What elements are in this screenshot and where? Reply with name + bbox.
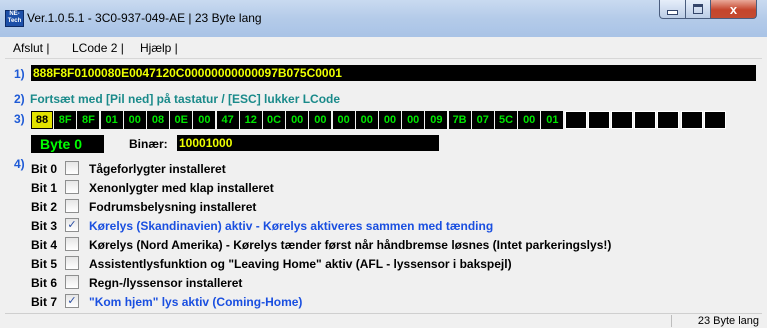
- byte-cell[interactable]: 5C: [495, 111, 517, 129]
- app-logo-icon: NE-Tech: [5, 10, 24, 27]
- bit-checkbox[interactable]: [65, 237, 79, 251]
- status-divider: [671, 315, 672, 327]
- row-number-1: 1): [14, 67, 25, 81]
- bit-checkbox[interactable]: [65, 275, 79, 289]
- minimize-button[interactable]: [659, 0, 686, 19]
- byte-cell-empty: [634, 111, 657, 129]
- byte-cell[interactable]: 8F: [77, 111, 100, 129]
- bit-name: Bit 3: [31, 219, 58, 233]
- row-number-3: 3): [14, 112, 25, 126]
- bit-name: Bit 5: [31, 257, 58, 271]
- byte-cell[interactable]: 12: [239, 111, 262, 129]
- long-coding-field[interactable]: 888F8F0100080E0047120C00000000000097B075…: [31, 65, 756, 81]
- selected-byte-label: Byte 0: [31, 135, 104, 153]
- instruction-hint: Fortsæt med [Pil ned] på tastatur / [ESC…: [30, 92, 341, 106]
- minimize-icon: [667, 9, 678, 15]
- byte-cell[interactable]: 00: [332, 111, 355, 129]
- byte-cell[interactable]: 7B: [448, 111, 471, 129]
- byte-cell-empty: [657, 111, 680, 129]
- binary-label: Binær:: [129, 137, 168, 151]
- byte-cell[interactable]: 88: [31, 111, 53, 129]
- close-icon: x: [729, 1, 738, 17]
- status-bar: 23 Byte lang: [5, 313, 762, 328]
- bit-name: Bit 7: [31, 295, 58, 309]
- bit-name: Bit 2: [31, 200, 58, 214]
- byte-cell[interactable]: 01: [541, 111, 564, 129]
- maximize-icon: [693, 4, 703, 14]
- status-byte-length: 23 Byte lang: [697, 315, 759, 327]
- app-window: NE-Tech Ver.1.0.5.1 - 3C0-937-049-AE | 2…: [0, 0, 767, 328]
- byte-cell[interactable]: 07: [471, 111, 494, 129]
- menu-item-afslut[interactable]: Afslut |: [13, 41, 49, 55]
- bit-name: Bit 1: [31, 181, 58, 195]
- window-title: Ver.1.0.5.1 - 3C0-937-049-AE | 23 Byte l…: [27, 11, 262, 25]
- byte-cell[interactable]: 00: [193, 111, 216, 129]
- bit-description[interactable]: Assistentlysfunktion og "Leaving Home" a…: [89, 257, 512, 271]
- byte-cell[interactable]: 00: [355, 111, 378, 129]
- menu-item-lcode2[interactable]: LCode 2 |: [72, 41, 124, 55]
- byte-cell[interactable]: 00: [402, 111, 425, 129]
- menu-item-hjaelp[interactable]: Hjælp |: [140, 41, 178, 55]
- bit-description[interactable]: Tågeforlygter installeret: [89, 162, 226, 176]
- byte-cell[interactable]: 08: [147, 111, 169, 129]
- byte-cell-empty: [587, 111, 610, 129]
- byte-cell[interactable]: 00: [379, 111, 401, 129]
- long-coding-value: 888F8F0100080E0047120C00000000000097B075…: [33, 66, 342, 80]
- byte-cell[interactable]: 00: [518, 111, 541, 129]
- menu-bar: Afslut | LCode 2 | Hjælp |: [5, 38, 762, 59]
- bit-checkbox[interactable]: [65, 199, 79, 213]
- byte-cell[interactable]: 00: [123, 111, 146, 129]
- maximize-button[interactable]: [685, 0, 711, 19]
- byte-cell[interactable]: 47: [216, 111, 239, 129]
- bit-checkbox[interactable]: ✓: [65, 218, 79, 232]
- row-number-2: 2): [14, 92, 25, 106]
- bit-description[interactable]: Kørelys (Skandinavien) aktiv - Kørelys a…: [89, 219, 493, 233]
- bit-name: Bit 6: [31, 276, 58, 290]
- title-bar[interactable]: NE-Tech Ver.1.0.5.1 - 3C0-937-049-AE | 2…: [0, 0, 767, 37]
- byte-cell[interactable]: 01: [100, 111, 123, 129]
- bit-description[interactable]: "Kom hjem" lys aktiv (Coming-Home): [89, 295, 302, 309]
- byte-cell-empty: [680, 111, 703, 129]
- byte-cell-empty: [611, 111, 633, 129]
- bit-checkbox[interactable]: [65, 180, 79, 194]
- byte-cell-empty: [564, 111, 587, 129]
- row-number-4: 4): [14, 157, 25, 171]
- bit-checkbox[interactable]: ✓: [65, 294, 79, 308]
- bit-description[interactable]: Xenonlygter med klap installeret: [89, 181, 274, 195]
- byte-cell[interactable]: 8F: [54, 111, 77, 129]
- bit-checkbox[interactable]: [65, 256, 79, 270]
- close-button[interactable]: x: [710, 0, 757, 19]
- bit-checkbox[interactable]: [65, 161, 79, 175]
- bit-name: Bit 4: [31, 238, 58, 252]
- byte-cell[interactable]: 0E: [170, 111, 193, 129]
- byte-cell-empty: [703, 111, 726, 129]
- byte-cell[interactable]: 09: [425, 111, 448, 129]
- bit-description[interactable]: Fodrumsbelysning installeret: [89, 200, 256, 214]
- main-content: 1) 888F8F0100080E0047120C00000000000097B…: [5, 59, 762, 313]
- bit-description[interactable]: Regn-/lyssensor installeret: [89, 276, 242, 290]
- byte-cell[interactable]: 00: [309, 111, 332, 129]
- bit-description[interactable]: Kørelys (Nord Amerika) - Kørelys tænder …: [89, 238, 611, 252]
- byte-cell[interactable]: 0C: [263, 111, 285, 129]
- binary-value: 10001000: [177, 135, 439, 151]
- byte-cell[interactable]: 00: [286, 111, 309, 129]
- bit-name: Bit 0: [31, 162, 58, 176]
